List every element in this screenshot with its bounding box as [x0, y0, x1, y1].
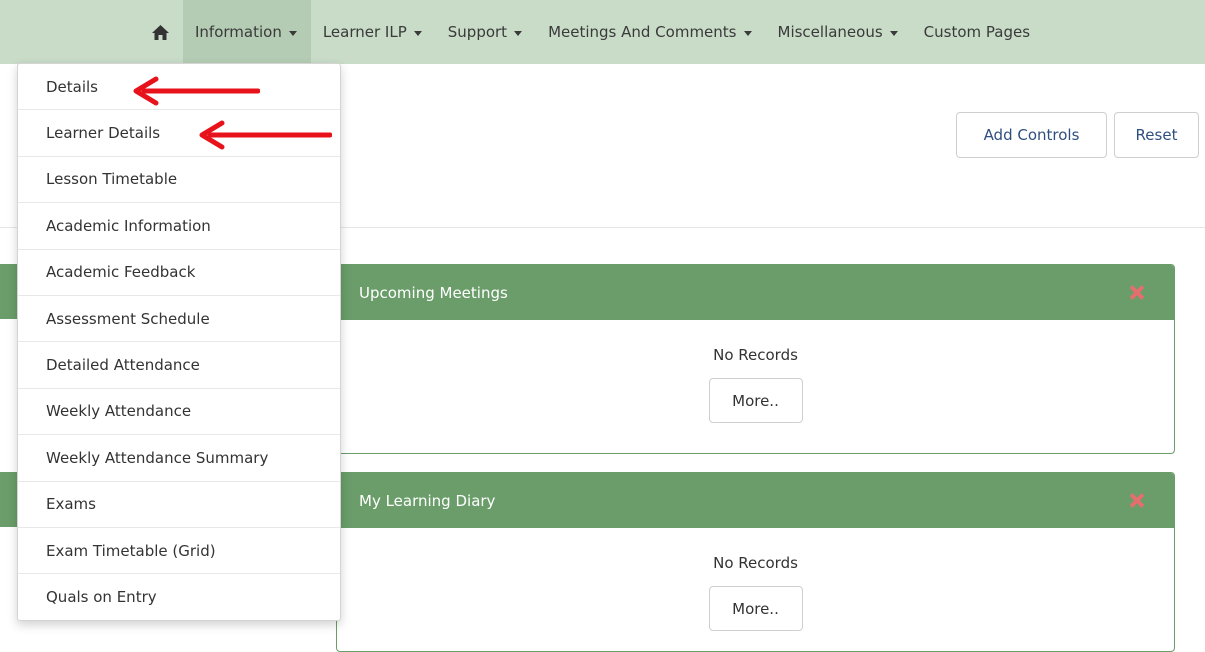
caret-down-icon [413, 30, 422, 36]
nav-support-label: Support [447, 23, 508, 41]
caret-down-icon [514, 30, 523, 36]
close-icon[interactable] [1129, 285, 1144, 300]
no-records-text: No Records [713, 346, 798, 364]
close-icon[interactable] [1129, 493, 1144, 508]
menu-item-academic-feedback[interactable]: Academic Feedback [18, 250, 340, 296]
nav-meetings-label: Meetings And Comments [548, 23, 737, 41]
nav-learner-ilp-label: Learner ILP [322, 23, 407, 41]
panel-header: My Learning Diary [337, 473, 1174, 528]
caret-down-icon [743, 30, 752, 36]
annotation-arrow-icon [133, 76, 260, 106]
caret-down-icon [889, 30, 898, 36]
upcoming-meetings-panel: Upcoming Meetings No Records More.. [336, 264, 1175, 454]
nav-miscellaneous-label: Miscellaneous [777, 23, 883, 41]
panel-title: Upcoming Meetings [359, 283, 508, 302]
add-controls-button[interactable]: Add Controls [956, 112, 1107, 158]
panel-body: No Records More.. [337, 553, 1174, 631]
nav-support[interactable]: Support [436, 0, 536, 64]
panel-title: My Learning Diary [359, 491, 496, 510]
menu-item-quals-on-entry[interactable]: Quals on Entry [18, 574, 340, 620]
menu-item-lesson-timetable[interactable]: Lesson Timetable [18, 157, 340, 204]
annotation-arrow-icon [199, 120, 332, 150]
home-icon [152, 24, 169, 40]
nav-meetings-and-comments[interactable]: Meetings And Comments [536, 0, 765, 64]
nav-information-label: Information [195, 23, 282, 41]
menu-item-weekly-attendance-summary[interactable]: Weekly Attendance Summary [18, 435, 340, 482]
more-button[interactable]: More.. [708, 378, 803, 423]
nav-information[interactable]: Information [183, 0, 311, 64]
nav-home[interactable] [140, 0, 183, 64]
menu-item-exam-timetable-grid[interactable]: Exam Timetable (Grid) [18, 528, 340, 575]
nav-menu: Information Learner ILP Support Meetings… [140, 0, 1044, 64]
caret-down-icon [288, 30, 297, 36]
reset-button[interactable]: Reset [1114, 112, 1199, 158]
my-learning-diary-panel: My Learning Diary No Records More.. [336, 472, 1175, 652]
nav-miscellaneous[interactable]: Miscellaneous [766, 0, 912, 64]
nav-custom-pages-label: Custom Pages [923, 23, 1031, 41]
top-navbar: Information Learner ILP Support Meetings… [0, 0, 1205, 64]
panel-header: Upcoming Meetings [337, 265, 1174, 320]
menu-item-assessment-schedule[interactable]: Assessment Schedule [18, 296, 340, 343]
more-button[interactable]: More.. [708, 586, 803, 631]
menu-item-academic-information[interactable]: Academic Information [18, 203, 340, 250]
nav-learner-ilp[interactable]: Learner ILP [311, 0, 436, 64]
menu-item-detailed-attendance[interactable]: Detailed Attendance [18, 342, 340, 389]
no-records-text: No Records [713, 554, 798, 572]
widget-header-left [0, 264, 18, 319]
menu-item-weekly-attendance[interactable]: Weekly Attendance [18, 389, 340, 436]
nav-custom-pages[interactable]: Custom Pages [912, 0, 1044, 64]
menu-item-exams[interactable]: Exams [18, 482, 340, 528]
panel-body: No Records More.. [337, 345, 1174, 423]
widget-header-left [0, 472, 18, 527]
